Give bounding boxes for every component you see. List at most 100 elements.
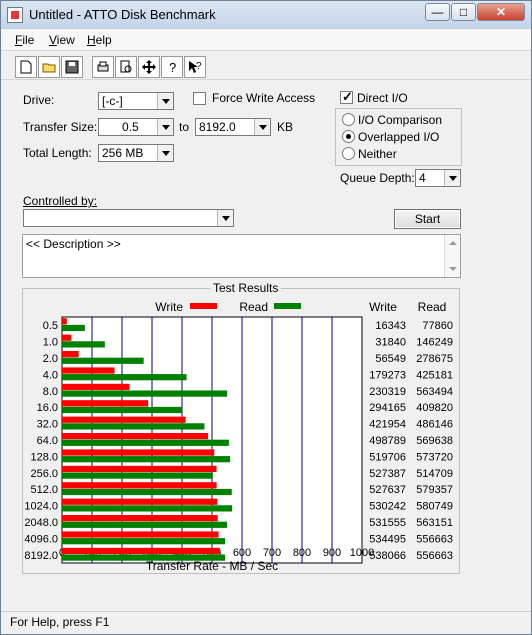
move-button[interactable]: [138, 56, 160, 78]
x-axis-label: Transfer Rate - MB / Sec: [146, 559, 278, 573]
chevron-down-icon: [217, 210, 233, 226]
write-value: 16343: [375, 320, 406, 332]
read-value: 573720: [416, 451, 453, 463]
neither-radio[interactable]: [342, 147, 355, 160]
y-category-label: 4.0: [43, 369, 58, 381]
read-value: 580749: [416, 501, 453, 513]
window-title: Untitled - ATTO Disk Benchmark: [29, 7, 216, 22]
write-value: 421954: [369, 419, 406, 431]
read-bar: [62, 456, 231, 463]
close-icon: ✕: [495, 5, 507, 19]
read-value: 409820: [416, 402, 453, 414]
title-bar[interactable]: Untitled - ATTO Disk Benchmark — □ ✕: [1, 1, 531, 29]
write-value: 534495: [369, 533, 406, 545]
write-bar: [62, 383, 130, 391]
read-bar: [62, 488, 232, 496]
read-value: 563151: [416, 517, 453, 529]
x-tick-label: 900: [323, 547, 341, 559]
neither-label: Neither: [358, 147, 397, 161]
write-bar: [62, 334, 72, 341]
svg-text:?: ?: [196, 61, 202, 72]
to-label: to: [179, 120, 190, 134]
read-value: 146249: [416, 337, 453, 349]
x-tick-label: 600: [233, 547, 251, 559]
transfer-rate-chart: 01002003004005006007008009001000Transfer…: [24, 300, 453, 573]
status-text: For Help, press F1: [10, 615, 110, 629]
kb-label: KB: [277, 120, 294, 134]
transfer-size-from-select[interactable]: 0.5: [98, 118, 174, 136]
write-bar: [62, 465, 217, 473]
open-button[interactable]: [38, 56, 60, 78]
read-bar: [62, 374, 187, 381]
write-value: 527387: [369, 468, 406, 480]
read-value: 77860: [422, 320, 453, 332]
context-help-button[interactable]: ?: [184, 56, 206, 78]
force-write-access-checkbox[interactable]: [193, 92, 206, 105]
io-comparison-radio[interactable]: [342, 113, 355, 126]
write-bar: [62, 498, 218, 505]
read-bar: [62, 390, 228, 397]
read-value: 563494: [416, 386, 453, 398]
read-value: 486146: [416, 419, 453, 431]
read-bar: [62, 423, 205, 430]
help-button[interactable]: ?: [161, 56, 183, 78]
drive-select[interactable]: [-c-]: [98, 92, 174, 110]
total-length-select[interactable]: 256 MB: [98, 144, 174, 162]
minimize-button[interactable]: —: [425, 3, 450, 21]
menu-help[interactable]: Help: [87, 33, 112, 47]
write-bar: [62, 351, 79, 358]
overlapped-io-label: Overlapped I/O: [358, 130, 440, 144]
read-column-header: Read: [418, 300, 447, 314]
write-value: 531555: [369, 517, 406, 529]
app-icon: [7, 7, 23, 23]
queue-depth-select[interactable]: 4: [415, 169, 461, 187]
scroll-down-icon[interactable]: [449, 267, 457, 271]
legend-write-label: Write: [155, 300, 183, 314]
chevron-down-icon: [157, 145, 173, 161]
read-bar: [62, 341, 105, 348]
direct-io-checkbox[interactable]: [340, 89, 353, 105]
y-category-label: 1.0: [43, 337, 58, 349]
new-button[interactable]: [15, 56, 37, 78]
description-textarea[interactable]: << Description >>: [22, 234, 461, 278]
overlapped-io-radio[interactable]: [342, 130, 355, 143]
print-icon: [97, 61, 109, 72]
maximize-button[interactable]: □: [451, 3, 476, 21]
read-value: 425181: [416, 369, 453, 381]
chevron-down-icon: [444, 170, 460, 186]
read-bar: [62, 439, 229, 446]
start-button[interactable]: Start: [394, 209, 461, 229]
save-button[interactable]: [61, 56, 83, 78]
minimize-icon: —: [431, 5, 444, 19]
status-bar: For Help, press F1: [1, 611, 531, 634]
read-value: 514709: [416, 468, 453, 480]
y-category-label: 64.0: [37, 435, 58, 447]
print-button[interactable]: [92, 56, 114, 78]
controlled-by-select[interactable]: [23, 209, 234, 227]
close-button[interactable]: ✕: [477, 3, 525, 21]
menu-view[interactable]: View: [49, 33, 75, 47]
read-bar: [62, 406, 183, 414]
read-value: 579357: [416, 484, 453, 496]
read-bar: [62, 554, 226, 561]
print-preview-icon: [120, 60, 132, 73]
io-comparison-label: I/O Comparison: [358, 113, 443, 127]
description-scrollbar[interactable]: [444, 235, 460, 277]
write-bar: [62, 547, 220, 555]
transfer-size-to-select[interactable]: 8192.0: [195, 118, 271, 136]
write-bar: [62, 433, 209, 440]
menu-file[interactable]: File: [15, 33, 34, 47]
chevron-down-icon: [157, 119, 173, 135]
direct-io-label: Direct I/O: [357, 91, 408, 105]
y-category-label: 8192.0: [24, 550, 58, 562]
print-preview-button[interactable]: [115, 56, 137, 78]
write-column-header: Write: [369, 300, 397, 314]
write-value: 294165: [369, 402, 406, 414]
scroll-up-icon[interactable]: [449, 241, 457, 245]
write-bar: [62, 318, 67, 325]
write-bar: [62, 531, 219, 538]
total-length-label: Total Length:: [23, 146, 92, 160]
help-question-icon: ?: [169, 60, 176, 74]
y-category-label: 128.0: [30, 451, 58, 463]
y-category-label: 32.0: [37, 419, 58, 431]
